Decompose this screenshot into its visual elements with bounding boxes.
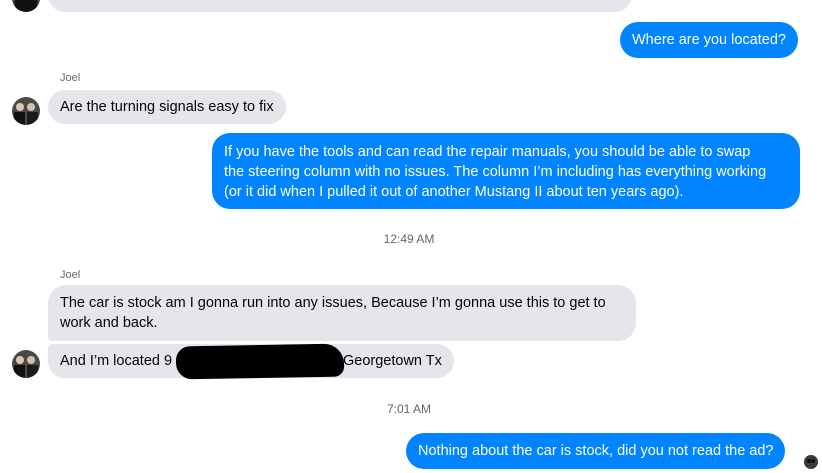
sender-name: Joel	[60, 72, 81, 84]
outgoing-message[interactable]: Where are you located?	[620, 22, 798, 58]
message-line: (or it did when I pulled it out of anoth…	[224, 184, 684, 200]
sender-name: Joel	[60, 269, 81, 281]
outgoing-message[interactable]: If you have the tools and can read the r…	[212, 133, 800, 209]
redaction-mark	[175, 343, 345, 380]
message-text: Georgetown Tx	[343, 353, 442, 369]
incoming-message[interactable]: Are the turning signals easy to fix	[48, 90, 286, 124]
message-text: And I’m located 9	[60, 353, 173, 369]
seen-avatar-icon	[804, 455, 818, 469]
message-line: If you have the tools and can read the r…	[224, 144, 751, 160]
message-line: The car is stock am I gonna run into any…	[60, 295, 606, 311]
outgoing-message[interactable]: Nothing about the car is stock, did you …	[406, 433, 786, 469]
message-line: work and back.	[60, 315, 158, 331]
message-text: Are the turning signals easy to fix	[60, 99, 274, 115]
contact-avatar[interactable]	[12, 0, 40, 12]
message-text: Where are you located?	[632, 32, 786, 48]
message-text: Nothing about the car is stock, did you …	[418, 443, 774, 459]
timestamp: 7:01 AM	[386, 402, 432, 416]
timestamp: 12:49 AM	[383, 232, 435, 246]
contact-avatar[interactable]	[12, 350, 40, 378]
cropped-previous-message	[48, 0, 632, 12]
incoming-message[interactable]: The car is stock am I gonna run into any…	[48, 285, 636, 341]
contact-avatar[interactable]	[12, 97, 40, 125]
message-line: the steering column with no issues. The …	[224, 164, 767, 180]
